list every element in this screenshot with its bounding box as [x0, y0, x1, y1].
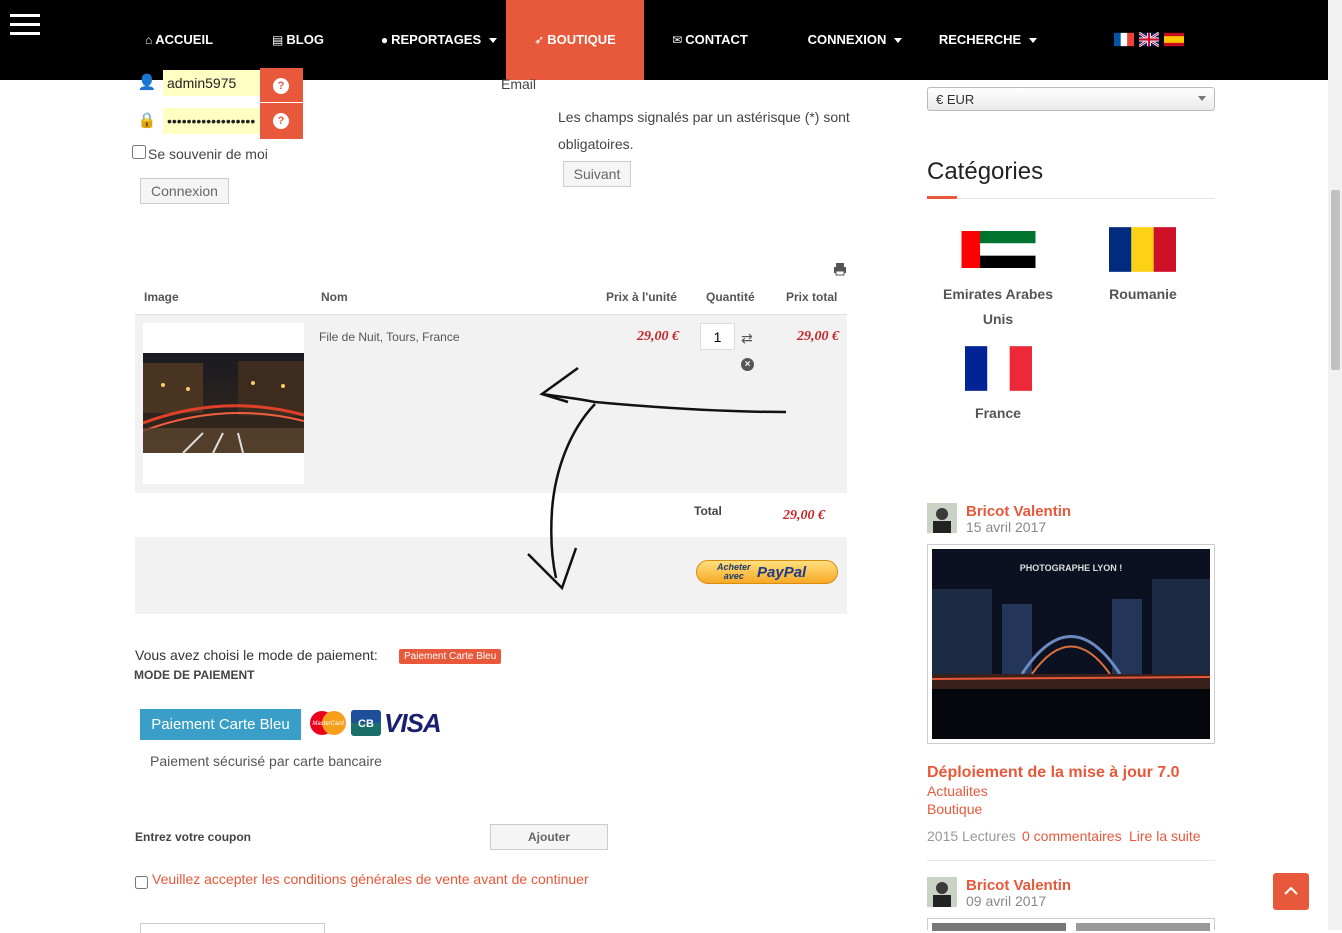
product-thumbnail-frame: [142, 323, 305, 484]
post-author[interactable]: Bricot Valentin: [966, 503, 1071, 520]
remember-me-checkbox[interactable]: [132, 145, 146, 159]
rocket-icon: ➶: [534, 33, 545, 47]
email-label: Email: [501, 76, 537, 92]
payment-method-badge: Paiement Carte Bleu: [399, 649, 502, 664]
avatar[interactable]: [927, 503, 957, 533]
password-help-button[interactable]: ?: [260, 103, 303, 139]
svg-text:MasterCard: MasterCard: [312, 721, 344, 727]
svg-text:CB: CB: [358, 718, 374, 730]
partial-field: [140, 923, 325, 933]
post-image-frame[interactable]: PHOTOGRAPHE LYON !: [927, 544, 1215, 744]
post-author[interactable]: Bricot Valentin: [966, 877, 1071, 894]
question-icon: ?: [273, 113, 289, 129]
globe-icon: ●: [380, 33, 389, 47]
login-button[interactable]: Connexion: [140, 178, 229, 204]
flag-france-icon[interactable]: [1114, 32, 1134, 47]
post-image: PHOTOGRAPHE LYON !: [932, 549, 1210, 739]
hamburger-menu-icon[interactable]: [10, 14, 40, 36]
divider: [927, 860, 1215, 861]
post-date: 09 avril 2017: [966, 893, 1047, 909]
chevron-down-icon: [1198, 96, 1206, 101]
quantity-input[interactable]: [700, 323, 735, 350]
lock-icon: 🔒: [137, 112, 157, 129]
add-coupon-button[interactable]: Ajouter: [490, 824, 608, 850]
scrollbar-thumb[interactable]: [1331, 190, 1340, 370]
question-icon: ?: [273, 78, 289, 94]
next-button[interactable]: Suivant: [563, 161, 631, 187]
post-image-frame[interactable]: [927, 918, 1215, 931]
scrollbar-track[interactable]: [1328, 0, 1342, 930]
post-read-more-link[interactable]: Lire la suite: [1129, 828, 1201, 844]
username-help-button[interactable]: ?: [260, 68, 303, 102]
user-icon: 👤: [137, 74, 157, 91]
col-header-name: Nom: [321, 290, 348, 304]
post-title[interactable]: Déploiement de la mise à jour 7.0: [927, 764, 1180, 782]
payment-section-title: MODE DE PAIEMENT: [134, 668, 255, 682]
title-underline-accent: [927, 196, 957, 199]
product-image[interactable]: [142, 323, 305, 484]
categories-title: Catégories: [927, 158, 1044, 185]
chevron-down-icon: [894, 38, 903, 44]
envelope-icon: ✉: [672, 33, 683, 47]
chevron-down-icon: [489, 38, 498, 44]
newspaper-icon: ▤: [272, 33, 284, 47]
chevron-up-icon: [1284, 886, 1298, 895]
avatar[interactable]: [927, 877, 957, 907]
category-roumanie[interactable]: Roumanie: [1083, 282, 1203, 307]
post-image-caption: PHOTOGRAPHE LYON !: [1019, 563, 1123, 573]
category-france[interactable]: France: [938, 401, 1058, 426]
nav-item-contact[interactable]: ✉ CONTACT: [668, 0, 752, 80]
flag-spain-icon[interactable]: [1164, 32, 1184, 47]
print-icon[interactable]: [833, 262, 847, 276]
hand-drawn-arrow-annotation: [527, 366, 787, 591]
nav-item-boutique[interactable]: ➶ BOUTIQUE: [506, 0, 644, 80]
unit-price: 29,00 €: [637, 329, 679, 344]
terms-checkbox[interactable]: [135, 876, 148, 889]
required-fields-note: Les champs signalés par un astérisque (*…: [558, 109, 850, 152]
refresh-quantity-icon[interactable]: ⇄: [741, 330, 753, 347]
flag-france-large-icon[interactable]: [965, 346, 1032, 391]
payment-chosen-label: Vous avez choisi le mode de paiement:: [135, 647, 378, 663]
nav-item-recherche[interactable]: RECHERCHE: [937, 0, 1039, 80]
post-reads: 2015 Lectures: [927, 828, 1016, 844]
username-input[interactable]: [163, 70, 260, 96]
coupon-label: Entrez votre coupon: [135, 830, 252, 844]
col-header-unit-price: Prix à l'unité: [606, 290, 677, 304]
divider: [927, 198, 1215, 199]
chevron-down-icon: [1029, 38, 1038, 44]
flag-uae-icon[interactable]: [961, 231, 1036, 268]
post-tag-boutique[interactable]: Boutique: [927, 801, 982, 817]
secure-payment-note: Paiement sécurisé par carte bancaire: [150, 753, 382, 769]
post-comments-link[interactable]: 0 commentaires: [1022, 828, 1122, 844]
row-total-price: 29,00 €: [797, 329, 839, 344]
payment-carte-bleu-button[interactable]: Paiement Carte Bleu: [140, 709, 301, 740]
category-emirates[interactable]: Emirates Arabes Unis: [938, 282, 1058, 332]
currency-select[interactable]: € EUR: [927, 87, 1215, 111]
post-date: 15 avril 2017: [966, 519, 1047, 535]
nav-item-connexion[interactable]: CONNEXION: [805, 0, 905, 80]
col-header-image: Image: [144, 290, 179, 304]
nav-item-reportages[interactable]: ● REPORTAGES: [378, 0, 500, 80]
terms-label[interactable]: Veuillez accepter les conditions général…: [152, 871, 589, 887]
product-name[interactable]: File de Nuit, Tours, France: [319, 330, 460, 344]
visa-logo-icon: VISA: [384, 708, 442, 738]
cb-logo-icon: CB: [351, 710, 381, 736]
col-header-quantity: Quantité: [706, 290, 755, 304]
home-icon: ⌂: [144, 33, 153, 47]
password-input[interactable]: [163, 108, 260, 134]
col-header-total-price: Prix total: [786, 290, 838, 304]
flag-romania-icon[interactable]: [1109, 227, 1176, 272]
nav-item-accueil[interactable]: ⌂ ACCUEIL: [138, 0, 220, 80]
back-to-top-button[interactable]: [1273, 873, 1309, 910]
mastercard-logo-icon: MasterCard: [308, 710, 348, 736]
remember-me-label: Se souvenir de moi: [148, 146, 268, 162]
flag-uk-icon[interactable]: [1139, 32, 1159, 47]
post-tag-actualites[interactable]: Actualites: [927, 783, 988, 799]
